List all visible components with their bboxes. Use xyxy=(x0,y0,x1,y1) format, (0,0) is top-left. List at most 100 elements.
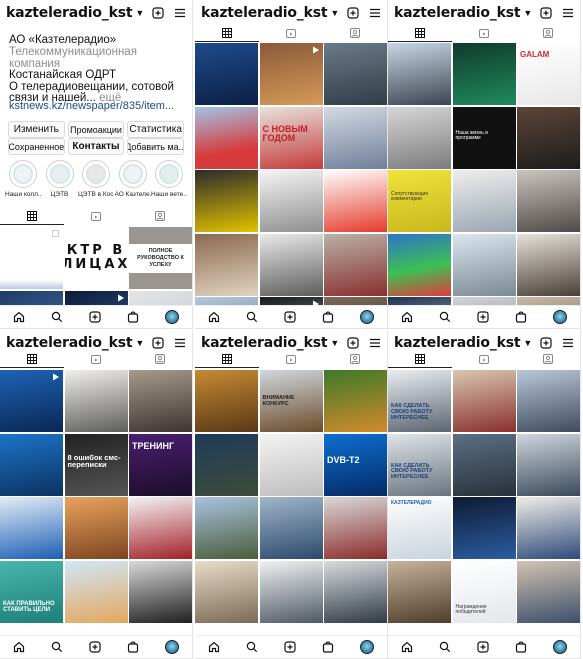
tab-grid[interactable] xyxy=(0,207,64,225)
highlight-item[interactable]: Наши вете... xyxy=(151,160,187,198)
post-thumbnail[interactable]: 8 ошибок смс-переписки xyxy=(64,433,128,496)
post-thumbnail[interactable] xyxy=(324,106,387,169)
add-post-icon[interactable] xyxy=(152,7,164,19)
post-thumbnail[interactable] xyxy=(64,370,128,432)
username-title[interactable]: kazteleradio_kst xyxy=(201,5,328,21)
post-thumbnail[interactable] xyxy=(517,170,580,232)
chevron-down-icon[interactable]: ▼ xyxy=(523,338,532,348)
highlight-item[interactable]: ЦЭТВ в Кос... xyxy=(78,160,114,198)
home-icon[interactable] xyxy=(208,311,220,323)
create-icon[interactable] xyxy=(89,311,101,323)
tab-grid[interactable] xyxy=(195,24,259,42)
add-post-icon[interactable] xyxy=(347,7,359,19)
post-thumbnail[interactable] xyxy=(259,433,323,496)
shop-icon[interactable] xyxy=(127,641,139,653)
create-icon[interactable] xyxy=(284,641,296,653)
tab-reels[interactable] xyxy=(64,350,128,368)
post-thumbnail[interactable] xyxy=(452,43,516,105)
chevron-down-icon[interactable]: ▼ xyxy=(135,8,144,18)
chevron-down-icon[interactable]: ▼ xyxy=(135,338,144,348)
post-thumbnail[interactable] xyxy=(324,497,387,559)
menu-icon[interactable] xyxy=(562,337,574,349)
post-thumbnail[interactable]: GALAM xyxy=(517,43,580,105)
search-icon[interactable] xyxy=(439,311,451,323)
post-thumbnail[interactable] xyxy=(195,370,258,432)
create-icon[interactable] xyxy=(477,311,489,323)
tab-tagged[interactable] xyxy=(516,24,580,42)
post-thumbnail[interactable] xyxy=(129,370,192,432)
search-icon[interactable] xyxy=(51,641,63,653)
username-title[interactable]: kazteleradio_kst xyxy=(6,5,133,21)
search-icon[interactable] xyxy=(51,311,63,323)
post-thumbnail[interactable] xyxy=(259,43,323,105)
post-thumbnail[interactable] xyxy=(129,497,192,559)
post-thumbnail[interactable]: КАК ПРАВИЛЬНО СТАВИТЬ ЦЕЛИ xyxy=(0,560,63,623)
post-thumbnail[interactable] xyxy=(129,560,192,623)
tab-reels[interactable] xyxy=(452,350,516,368)
post-thumbnail[interactable] xyxy=(452,233,516,296)
promotions-button[interactable]: Промоакции xyxy=(67,121,125,138)
menu-icon[interactable] xyxy=(562,7,574,19)
chevron-down-icon[interactable]: ▼ xyxy=(523,8,532,18)
post-thumbnail[interactable] xyxy=(64,497,128,559)
post-thumbnail[interactable] xyxy=(452,170,516,232)
tab-grid[interactable] xyxy=(0,350,64,368)
post-thumbnail[interactable] xyxy=(452,433,516,496)
post-thumbnail[interactable] xyxy=(517,433,580,496)
home-icon[interactable] xyxy=(13,311,25,323)
post-thumbnail[interactable] xyxy=(195,43,258,105)
post-thumbnail[interactable] xyxy=(388,43,451,105)
post-thumbnail[interactable] xyxy=(0,227,63,289)
shop-icon[interactable] xyxy=(515,641,527,653)
post-thumbnail[interactable] xyxy=(64,560,128,623)
post-thumbnail[interactable] xyxy=(324,370,387,432)
edit-profile-button[interactable]: Изменить xyxy=(8,121,65,138)
post-thumbnail[interactable] xyxy=(259,233,323,296)
tab-reels[interactable] xyxy=(452,24,516,42)
shop-icon[interactable] xyxy=(322,311,334,323)
post-thumbnail[interactable] xyxy=(259,560,323,623)
add-post-icon[interactable] xyxy=(540,7,552,19)
post-thumbnail[interactable]: Наша жизнь в программе xyxy=(452,106,516,169)
add-post-icon[interactable] xyxy=(347,337,359,349)
tab-reels[interactable] xyxy=(259,350,323,368)
post-thumbnail[interactable] xyxy=(195,106,258,169)
create-icon[interactable] xyxy=(89,641,101,653)
post-thumbnail[interactable] xyxy=(517,560,580,623)
post-thumbnail[interactable]: С НОВЫМ ГОДОМ xyxy=(259,106,323,169)
post-thumbnail[interactable] xyxy=(324,43,387,105)
post-thumbnail[interactable]: КТР В ЛИЦАХ xyxy=(64,227,128,289)
search-icon[interactable] xyxy=(246,641,258,653)
saved-button[interactable]: Сохраненное xyxy=(8,138,65,155)
profile-avatar[interactable] xyxy=(360,310,374,324)
highlight-item[interactable]: Наши колл... xyxy=(5,160,41,198)
post-thumbnail[interactable] xyxy=(452,497,516,559)
tab-tagged[interactable] xyxy=(516,350,580,368)
post-thumbnail[interactable] xyxy=(0,370,63,432)
username-title[interactable]: kazteleradio_kst xyxy=(394,335,521,351)
post-thumbnail[interactable] xyxy=(259,497,323,559)
add-post-icon[interactable] xyxy=(540,337,552,349)
home-icon[interactable] xyxy=(401,311,413,323)
chevron-down-icon[interactable]: ▼ xyxy=(330,8,339,18)
post-thumbnail[interactable] xyxy=(324,170,387,232)
post-thumbnail[interactable] xyxy=(324,233,387,296)
post-thumbnail[interactable] xyxy=(517,370,580,432)
post-thumbnail[interactable] xyxy=(195,560,258,623)
home-icon[interactable] xyxy=(401,641,413,653)
tab-grid[interactable] xyxy=(388,350,452,368)
post-thumbnail[interactable] xyxy=(259,170,323,232)
post-thumbnail[interactable] xyxy=(517,106,580,169)
username-title[interactable]: kazteleradio_kst xyxy=(6,335,133,351)
post-thumbnail[interactable]: ТРЕНИНГ xyxy=(129,433,192,496)
create-icon[interactable] xyxy=(284,311,296,323)
post-thumbnail[interactable] xyxy=(452,370,516,432)
post-thumbnail[interactable]: КАК СДЕЛАТЬ СВОЮ РАБОТУ ИНТЕРЕСНЕЕ xyxy=(388,370,451,432)
shop-icon[interactable] xyxy=(515,311,527,323)
contacts-button[interactable]: Контакты xyxy=(67,138,125,155)
profile-avatar[interactable] xyxy=(553,310,567,324)
tab-reels[interactable] xyxy=(64,207,128,225)
post-thumbnail[interactable] xyxy=(388,560,451,623)
home-icon[interactable] xyxy=(13,641,25,653)
highlight-item[interactable]: АО Казтеле... xyxy=(115,160,151,198)
